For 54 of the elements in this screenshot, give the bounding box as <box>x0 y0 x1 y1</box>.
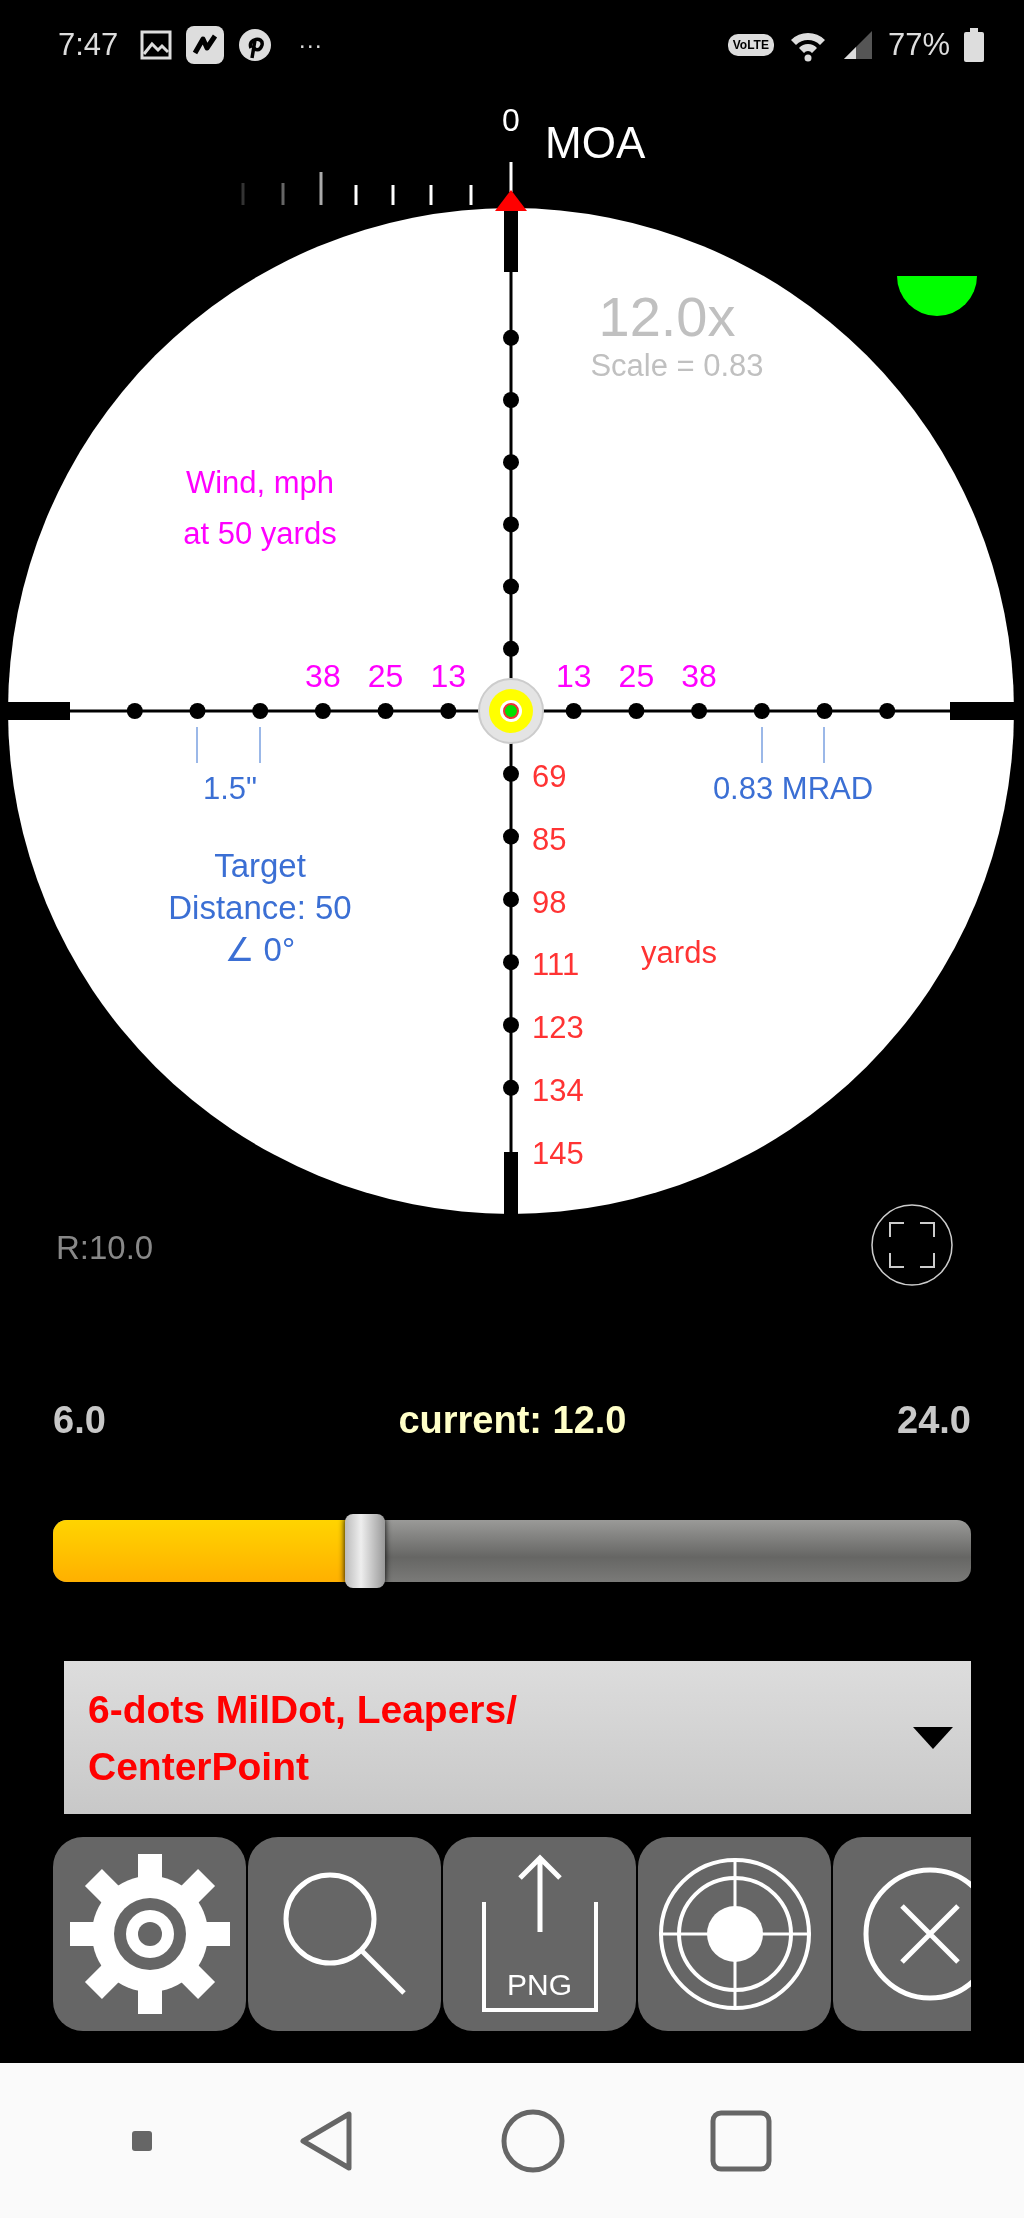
wind-value: 38 <box>681 658 717 694</box>
wind-value: 13 <box>430 658 467 694</box>
zoom-slider[interactable] <box>53 1514 971 1588</box>
drop-value: 69 <box>532 759 567 794</box>
wind-value: 38 <box>305 658 341 694</box>
scale-value: Scale = 0.83 <box>590 348 764 383</box>
wind-title: at 50 yards <box>183 516 337 551</box>
volte-indicator: VoLTE <box>727 34 774 56</box>
search-button[interactable] <box>248 1837 441 2031</box>
close-button[interactable] <box>833 1837 971 2031</box>
settings-icon <box>69 1854 230 2014</box>
wind-value: 25 <box>618 658 655 694</box>
dot-spacing-label: 1.5" <box>202 771 258 806</box>
battery-icon <box>964 28 984 62</box>
battery-percent: 77% <box>887 27 950 63</box>
zoom-current: current: 12.0 <box>398 1398 627 1442</box>
target-icon <box>656 1856 813 2012</box>
export-png-button[interactable]: PNG <box>443 1837 636 2031</box>
home-icon[interactable] <box>501 2108 566 2173</box>
wind-value: 13 <box>555 658 592 694</box>
windage-pointer <box>495 190 527 211</box>
level-indicator-icon <box>897 276 977 316</box>
drop-value: 85 <box>532 821 567 857</box>
settings-button[interactable] <box>53 1837 246 2031</box>
scale-zero-label: 0 <box>502 102 520 138</box>
image-icon <box>140 30 173 60</box>
target-info: ∠ 0° <box>224 931 296 968</box>
slider-thumb[interactable] <box>345 1514 386 1588</box>
mrad-label: 0.83 MRAD <box>712 771 874 806</box>
target-info: Target <box>214 847 306 884</box>
fullscreen-icon[interactable] <box>871 1204 953 1286</box>
pin-app-icon <box>238 28 273 62</box>
dropdown-caret-icon <box>913 1726 953 1749</box>
status-time: 7:47 <box>58 27 119 63</box>
zoom-max: 24.0 <box>897 1398 971 1442</box>
target-info: Distance: 50 <box>168 889 352 926</box>
wind-value: 25 <box>367 658 404 694</box>
target-button[interactable] <box>638 1837 831 2031</box>
drop-value: 98 <box>532 884 567 920</box>
center-target-icon <box>478 678 544 744</box>
drop-value: 111 <box>532 947 580 983</box>
drop-value: 123 <box>532 1010 584 1046</box>
scale-unit: MOA <box>545 118 646 167</box>
menu-key-icon[interactable] <box>132 2130 153 2151</box>
drop-unit: yards <box>641 935 717 970</box>
drop-value: 145 <box>532 1135 584 1171</box>
recent-apps-icon[interactable] <box>709 2109 772 2172</box>
range-value: R:10.0 <box>56 1229 154 1266</box>
more-notifications: ··· <box>298 31 323 59</box>
wind-title: Wind, mph <box>185 465 335 500</box>
app-icon <box>186 26 225 64</box>
zoom-min: 6.0 <box>53 1398 106 1442</box>
magnification: 12.0x <box>598 285 736 348</box>
drop-value: 134 <box>532 1073 584 1108</box>
